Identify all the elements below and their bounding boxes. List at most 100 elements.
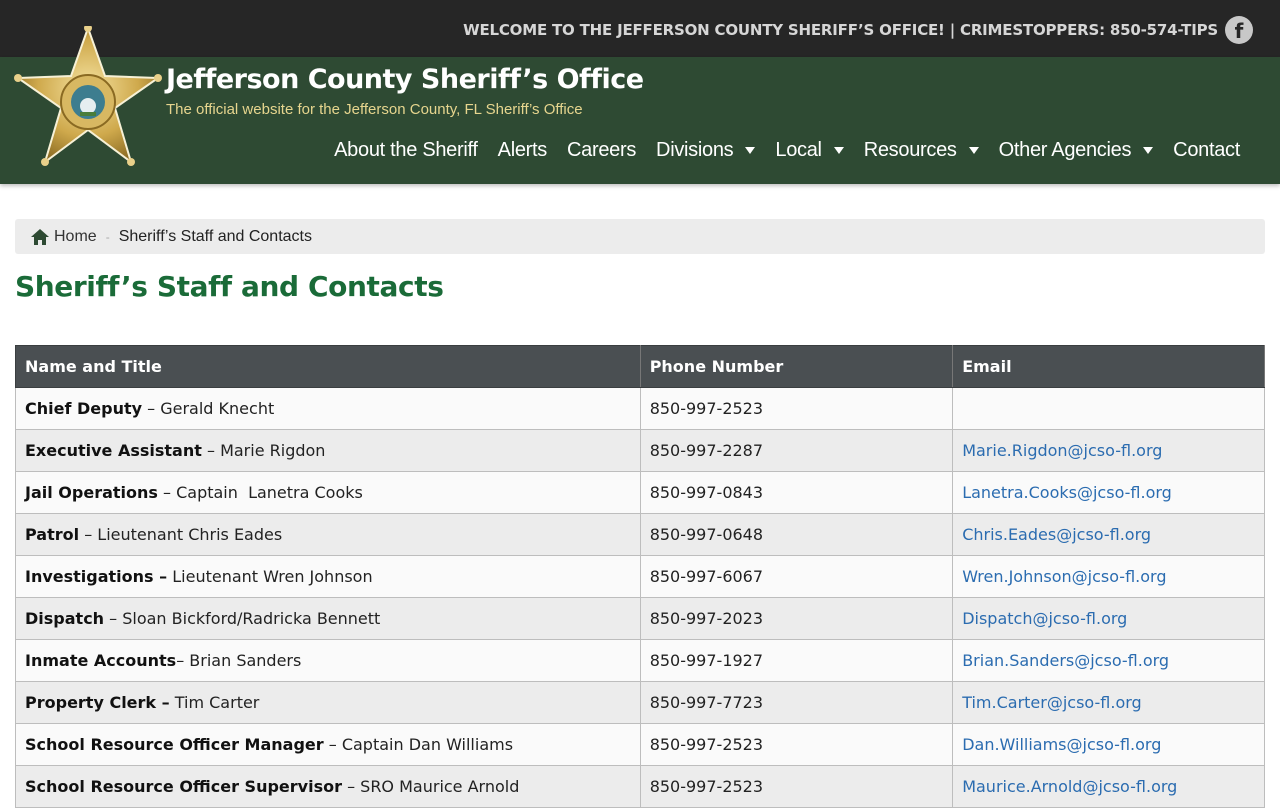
main-nav: About the Sheriff Alerts Careers Divisio… [324,137,1250,163]
email-link[interactable]: Maurice.Arnold@jcso-fl.org [962,777,1177,796]
nav-label: Resources [863,138,957,161]
table-row: Inmate Accounts– Brian Sanders 850-997-19… [15,639,1265,682]
welcome-banner: WELCOME TO THE JEFFERSON COUNTY SHERIFF’… [463,21,1218,39]
cell-phone: 850-997-2523 [639,387,954,430]
email-link[interactable]: Chris.Eades@jcso-fl.org [962,525,1151,544]
cell-phone: 850-997-2523 [639,765,954,808]
role-separator: – [176,651,190,670]
nav-label: Other Agencies [998,138,1132,161]
nav-resources[interactable]: Resources [854,137,989,163]
cell-name-and-title: School Resource Officer Manager – Captai… [15,723,641,766]
email-link[interactable]: Wren.Johnson@jcso-fl.org [962,567,1166,586]
cell-phone: 850-997-0843 [639,471,954,514]
cell-name-and-title: Patrol – Lieutenant Chris Eades [15,513,641,556]
nav-local[interactable]: Local [765,137,853,163]
site-title[interactable]: Jefferson County Sheriff’s Office [166,64,644,95]
header-email: Email [952,345,1265,388]
nav-careers[interactable]: Careers [557,137,646,163]
home-icon[interactable] [31,228,49,245]
table-row: Investigations – Lieutenant Wren Johnson… [15,555,1265,598]
email-link[interactable]: Marie.Rigdon@jcso-fl.org [962,441,1162,460]
header-phone-number: Phone Number [639,345,954,388]
caret-down-icon [968,146,979,154]
top-bar: WELCOME TO THE JEFFERSON COUNTY SHERIFF’… [0,0,1280,57]
staff-name: Gerald Knecht [160,399,275,418]
nav-other-agencies[interactable]: Other Agencies [989,137,1164,163]
nav-about-the-sheriff[interactable]: About the Sheriff [324,137,488,163]
role-separator: – [79,525,98,544]
nav-label: Local [775,138,822,161]
cell-name-and-title: Property Clerk – Tim Carter [15,681,641,724]
breadcrumb-home-link[interactable]: Home [54,228,97,246]
cell-email: Lanetra.Cooks@jcso-fl.org [952,471,1265,514]
staff-contacts-table: Name and Title Phone Number Email Chief … [15,345,1265,808]
table-row: Dispatch – Sloan Bickford/Radricka Benne… [15,597,1265,640]
email-link[interactable]: Tim.Carter@jcso-fl.org [962,693,1142,712]
table-row: Patrol – Lieutenant Chris Eades 850-997-0… [15,513,1265,556]
cell-phone: 850-997-0648 [639,513,954,556]
cell-name-and-title: Executive Assistant – Marie Rigdon [15,429,641,472]
staff-name: Sloan Bickford/Radricka Bennett [122,609,381,628]
cell-email: Dispatch@jcso-fl.org [952,597,1265,640]
caret-down-icon [1143,146,1154,154]
cell-email: Dan.Williams@jcso-fl.org [952,723,1265,766]
page-title: Sheriff’s Staff and Contacts [15,270,444,303]
staff-role: Chief Deputy [25,399,143,418]
header-name-and-title: Name and Title [15,345,641,388]
nav-label: Careers [567,138,637,161]
role-separator: – [201,441,221,460]
cell-name-and-title: Jail Operations – Captain Lanetra Cooks [15,471,641,514]
nav-label: About the Sheriff [334,138,478,161]
cell-name-and-title: School Resource Officer Supervisor – SRO… [15,765,641,808]
cell-name-and-title: Chief Deputy – Gerald Knecht [15,387,641,430]
cell-phone: 850-997-1927 [639,639,954,682]
email-link[interactable]: Brian.Sanders@jcso-fl.org [962,651,1169,670]
cell-email [952,387,1265,430]
cell-email: Wren.Johnson@jcso-fl.org [952,555,1265,598]
breadcrumb-separator: - [105,229,110,244]
cell-name-and-title: Dispatch – Sloan Bickford/Radricka Benne… [15,597,641,640]
nav-label: Contact [1173,138,1240,161]
cell-phone: 850-997-2523 [639,723,954,766]
staff-role: Jail Operations [25,483,158,502]
table-row: Jail Operations – Captain Lanetra Cooks 8… [15,471,1265,514]
staff-name: Lieutenant Wren Johnson [172,567,373,586]
email-link[interactable]: Lanetra.Cooks@jcso-fl.org [962,483,1172,502]
cell-phone: 850-997-2023 [639,597,954,640]
nav-contact[interactable]: Contact [1163,137,1250,163]
table-row: School Resource Officer Supervisor – SRO… [15,765,1265,808]
email-link[interactable]: Dispatch@jcso-fl.org [962,609,1127,628]
caret-down-icon [745,146,756,154]
cell-phone: 850-997-6067 [639,555,954,598]
breadcrumb-current: Sheriff’s Staff and Contacts [118,227,312,245]
table-row: Property Clerk – Tim Carter 850-997-7723 T… [15,681,1265,724]
staff-role: School Resource Officer Supervisor [25,777,342,796]
sheriff-star-badge-icon[interactable] [14,26,162,168]
role-separator: – [157,483,177,502]
staff-name: Brian Sanders [189,651,302,670]
site-tagline: The official website for the Jefferson C… [166,101,583,118]
staff-name: Tim Carter [174,693,260,712]
staff-role: School Resource Officer Manager [25,735,324,754]
role-separator: – [104,609,123,628]
staff-role: Inmate Accounts [25,651,177,670]
email-link[interactable]: Dan.Williams@jcso-fl.org [962,735,1161,754]
table-row: Chief Deputy – Gerald Knecht 850-997-2523 [15,387,1265,430]
breadcrumb: Home - Sheriff’s Staff and Contacts [15,219,1265,254]
cell-phone: 850-997-7723 [639,681,954,724]
site-header: Jefferson County Sheriff’s Office The of… [0,57,1280,184]
staff-role: Patrol [25,525,80,544]
cell-email: Brian.Sanders@jcso-fl.org [952,639,1265,682]
staff-name: Captain Lanetra Cooks [176,483,363,502]
table-row: School Resource Officer Manager – Captai… [15,723,1265,766]
role-separator: – [142,399,161,418]
facebook-icon[interactable]: f [1225,16,1253,44]
nav-alerts[interactable]: Alerts [488,137,557,163]
cell-email: Marie.Rigdon@jcso-fl.org [952,429,1265,472]
staff-role: Investigations – [25,567,168,586]
cell-phone: 850-997-2287 [639,429,954,472]
role-separator: – [323,735,342,754]
cell-email: Tim.Carter@jcso-fl.org [952,681,1265,724]
nav-divisions[interactable]: Divisions [646,137,765,163]
staff-name: SRO Maurice Arnold [360,777,520,796]
